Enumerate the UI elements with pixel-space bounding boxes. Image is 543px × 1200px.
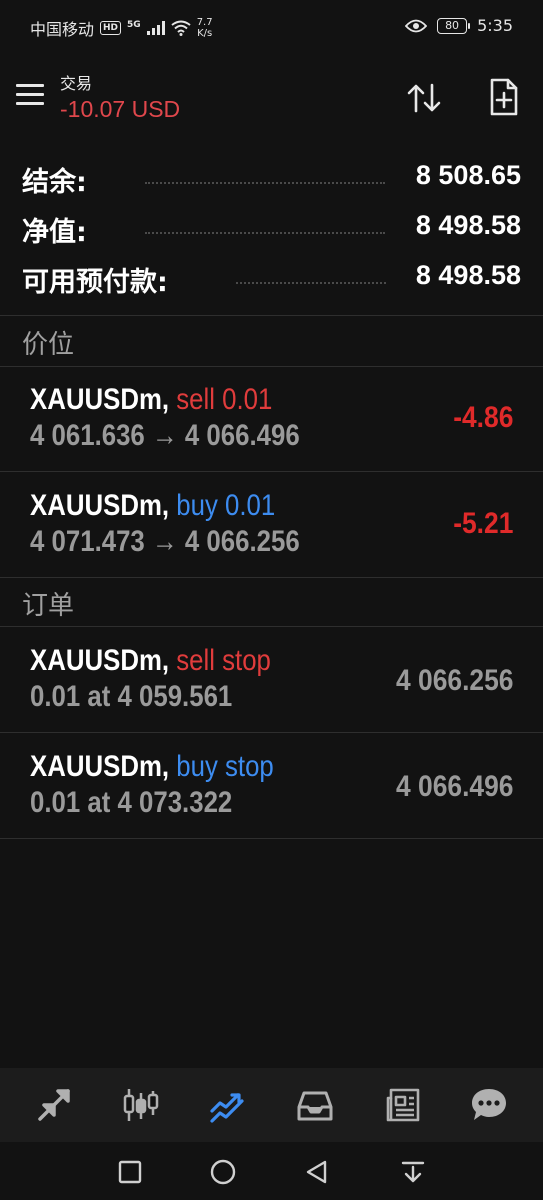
dotted-leader [145, 232, 385, 234]
symbol: XAUUSDm, [30, 383, 170, 416]
summary-row-equity: 净值: 8 498.58 [0, 202, 543, 252]
divider [0, 732, 543, 733]
sort-arrows-icon [407, 83, 441, 113]
new-order-button[interactable] [484, 76, 524, 118]
tab-chat[interactable] [465, 1081, 513, 1129]
order-type: buy stop [176, 750, 274, 783]
tab-news[interactable] [378, 1081, 426, 1129]
recents-button[interactable] [116, 1158, 144, 1186]
balance-value: 8 508.65 [415, 160, 521, 190]
notification-pulldown-button[interactable] [399, 1158, 427, 1186]
app-header: 交易 -10.07 USD [0, 56, 543, 140]
divider [0, 626, 543, 627]
open-close-prices: 4 071.473 → 4 066.256 [30, 525, 300, 558]
network-speed: 7.7 K/s [197, 17, 213, 39]
equity-label: 净值: [22, 217, 87, 248]
signal-icon [146, 21, 165, 35]
bottom-tab-bar [0, 1068, 543, 1142]
symbol: XAUUSDm, [30, 644, 170, 677]
back-button[interactable] [303, 1158, 331, 1186]
hd-badge: HD [100, 21, 122, 35]
position-row[interactable]: XAUUSDm, sell 0.01 4 061.636 → 4 066.496… [0, 367, 543, 471]
status-right: 80 5:35 [405, 16, 513, 35]
summary-row-balance: 结余: 8 508.65 [0, 152, 543, 202]
equity-value: 8 498.58 [415, 210, 521, 240]
status-bar: 中国移动 HD 5G 7.7 K/s 80 5:35 [0, 0, 543, 56]
tab-mailbox[interactable] [291, 1081, 339, 1129]
speed-unit: K/s [197, 28, 213, 39]
page-title: 交易 [60, 74, 93, 93]
order-details: 0.01 at 4 059.561 [30, 680, 233, 713]
balance-label: 结余: [22, 167, 87, 198]
positions-heading: 价位 [22, 330, 75, 360]
free-margin-label: 可用预付款: [22, 267, 168, 298]
clock: 5:35 [477, 16, 513, 35]
orders-heading: 订单 [22, 591, 75, 621]
trade-chart-icon [210, 1093, 244, 1123]
wifi-icon [171, 20, 191, 36]
total-profit: -10.07 USD [60, 96, 181, 122]
eye-icon [405, 19, 428, 32]
square-icon [118, 1160, 142, 1184]
system-nav-bar [0, 1142, 543, 1200]
divider [0, 471, 543, 472]
candlestick-chart-icon [123, 1089, 158, 1121]
position-title: XAUUSDm, buy 0.01 [30, 489, 275, 523]
new-document-icon [490, 78, 518, 116]
quotes-arrows-icon [37, 1089, 70, 1121]
circle-icon [210, 1159, 236, 1185]
pulldown-icon [401, 1161, 425, 1183]
free-margin-value: 8 498.58 [415, 260, 521, 290]
account-summary: 结余: 8 508.65 净值: 8 498.58 可用预付款: 8 498.5… [0, 152, 543, 302]
network-type: 5G [127, 20, 141, 30]
sort-button[interactable] [404, 78, 444, 118]
chat-bubble-icon [472, 1089, 507, 1120]
speed-value: 7.7 [196, 17, 213, 28]
battery-icon: 80 [437, 17, 471, 34]
position-row[interactable]: XAUUSDm, buy 0.01 4 071.473 → 4 066.256 … [0, 473, 543, 577]
summary-row-free-margin: 可用预付款: 8 498.58 [0, 252, 543, 302]
position-title: XAUUSDm, sell 0.01 [30, 383, 272, 417]
inbox-tray-icon [297, 1091, 333, 1121]
divider [0, 838, 543, 839]
divider [0, 577, 543, 578]
open-close-prices: 4 061.636 → 4 066.496 [30, 419, 300, 452]
tab-chart[interactable] [117, 1081, 165, 1129]
current-price: 4 066.256 [395, 664, 513, 697]
dotted-leader [145, 182, 385, 184]
order-title: XAUUSDm, buy stop [30, 750, 274, 784]
order-details: 0.01 at 4 073.322 [30, 786, 233, 819]
order-row[interactable]: XAUUSDm, sell stop 0.01 at 4 059.561 4 0… [0, 628, 543, 732]
order-row[interactable]: XAUUSDm, buy stop 0.01 at 4 073.322 4 06… [0, 734, 543, 838]
divider [0, 315, 543, 316]
home-button[interactable] [209, 1158, 237, 1186]
symbol: XAUUSDm, [30, 750, 170, 783]
current-price: 4 066.496 [395, 770, 513, 803]
menu-button[interactable] [16, 84, 44, 106]
status-left: 中国移动 HD 5G 7.7 K/s [30, 16, 213, 40]
dotted-leader [236, 282, 386, 284]
news-icon [386, 1088, 420, 1122]
order-type: sell stop [176, 644, 271, 677]
trade-side: sell 0.01 [176, 383, 273, 416]
menu-icon [16, 84, 44, 87]
back-triangle-icon [306, 1160, 327, 1184]
position-profit: -4.86 [452, 401, 513, 434]
order-title: XAUUSDm, sell stop [30, 644, 271, 678]
tab-quotes[interactable] [30, 1081, 78, 1129]
carrier-label: 中国移动 [30, 20, 95, 39]
tab-trade[interactable] [204, 1081, 252, 1129]
symbol: XAUUSDm, [30, 489, 170, 522]
trade-side: buy 0.01 [176, 489, 276, 522]
position-profit: -5.21 [452, 507, 513, 540]
